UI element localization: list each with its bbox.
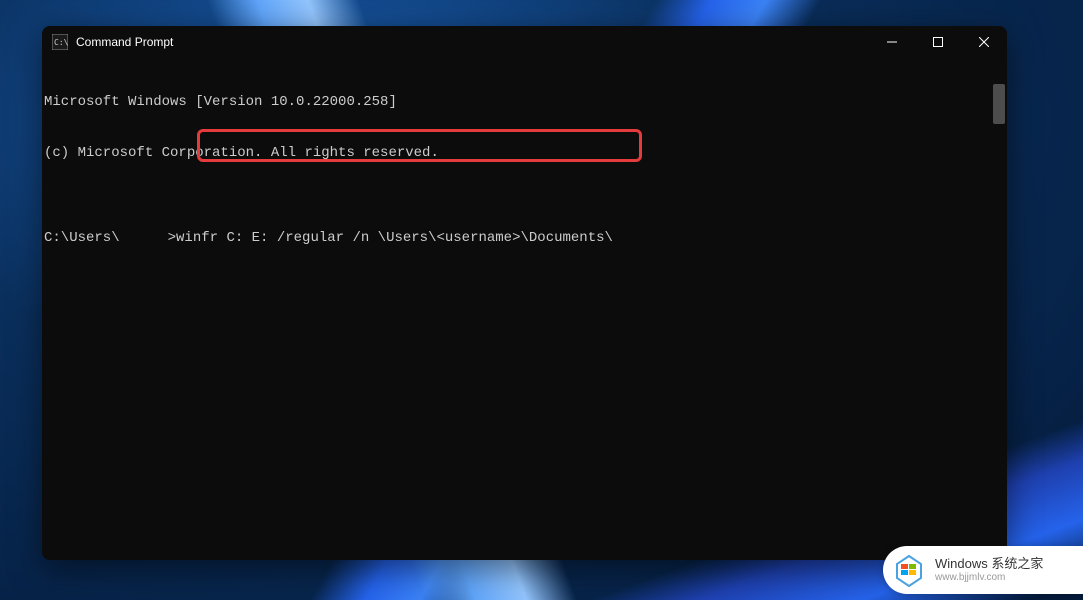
- redacted-username: [120, 230, 168, 247]
- title-bar[interactable]: C:\ Command Prompt: [42, 26, 1007, 58]
- copyright-line: (c) Microsoft Corporation. All rights re…: [44, 145, 1005, 162]
- command-text: winfr C: E: /regular /n \Users\<username…: [176, 230, 613, 246]
- version-line: Microsoft Windows [Version 10.0.22000.25…: [44, 94, 1005, 111]
- watermark-badge: Windows 系统之家 www.bjjmlv.com: [883, 546, 1083, 594]
- vertical-scrollbar[interactable]: [993, 84, 1005, 124]
- watermark-text: Windows 系统之家 www.bjjmlv.com: [935, 556, 1043, 584]
- close-button[interactable]: [961, 26, 1007, 58]
- prompt-line: C:\Users\ >winfr C: E: /regular /n \User…: [44, 230, 1005, 247]
- window-title: Command Prompt: [76, 35, 173, 49]
- maximize-button[interactable]: [915, 26, 961, 58]
- terminal-body[interactable]: Microsoft Windows [Version 10.0.22000.25…: [42, 58, 1007, 560]
- command-prompt-window: C:\ Command Prompt Microsoft Windows [Ve…: [42, 26, 1007, 560]
- watermark-logo-icon: [891, 552, 927, 588]
- window-controls: [869, 26, 1007, 58]
- svg-text:C:\: C:\: [54, 38, 68, 47]
- minimize-button[interactable]: [869, 26, 915, 58]
- watermark-url: www.bjjmlv.com: [935, 572, 1043, 584]
- cmd-icon: C:\: [52, 34, 68, 50]
- watermark-title: Windows 系统之家: [935, 556, 1043, 572]
- prompt-prefix: C:\Users\: [44, 230, 120, 246]
- prompt-separator: >: [168, 230, 176, 246]
